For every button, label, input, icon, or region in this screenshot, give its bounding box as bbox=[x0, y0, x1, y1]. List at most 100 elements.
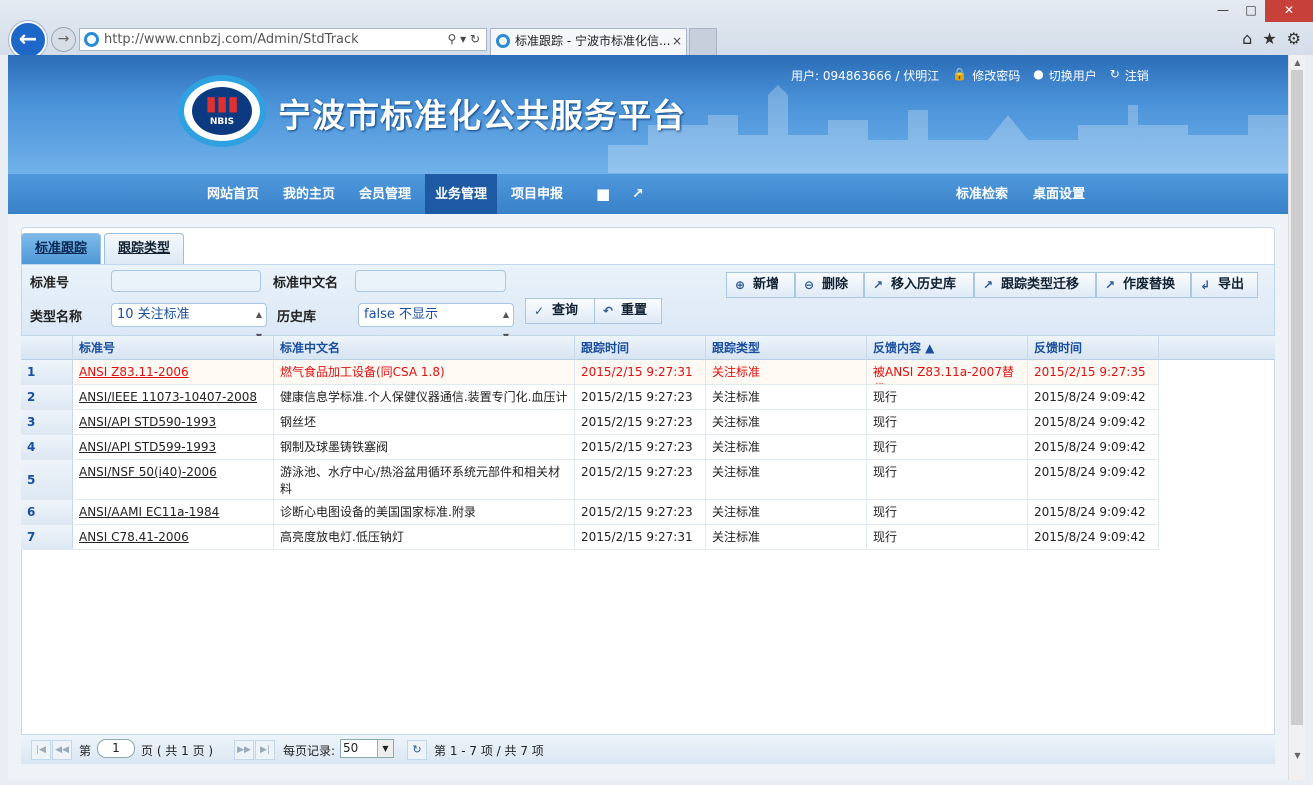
header-std-no[interactable]: 标准号 bbox=[73, 336, 274, 360]
star-icon[interactable]: ★ bbox=[1262, 29, 1276, 48]
move-history-label: 移入历史库 bbox=[891, 277, 957, 292]
feedback-cell: 现行 bbox=[867, 410, 1028, 434]
cn-name-label: 标准中文名 bbox=[273, 276, 339, 291]
tab-std-track[interactable]: 标准跟踪 bbox=[21, 233, 102, 265]
first-page-button[interactable]: |◀ bbox=[31, 740, 51, 760]
arrow-left-icon: ← bbox=[18, 27, 38, 52]
next-page-button[interactable]: ▶▶ bbox=[234, 740, 254, 760]
vertical-scrollbar[interactable]: ▲ ▼ bbox=[1288, 55, 1305, 780]
migrate-type-label: 跟踪类型迁移 bbox=[1001, 277, 1080, 292]
header-feedback-time[interactable]: 反馈时间 bbox=[1028, 336, 1159, 360]
browser-tab[interactable]: 标准跟踪 - 宁波市标准化信... × bbox=[490, 28, 687, 55]
per-page-select[interactable]: 50 ▼ bbox=[340, 739, 394, 758]
move-history-button[interactable]: ↗ 移入历史库 bbox=[864, 272, 974, 298]
header-track-time[interactable]: 跟踪时间 bbox=[575, 336, 706, 360]
feedback-cell: 现行 bbox=[867, 435, 1028, 459]
reset-button[interactable]: ↶ 重置 bbox=[594, 298, 662, 324]
feedback-time-cell: 2015/2/15 9:27:35 bbox=[1028, 360, 1159, 384]
nav-business[interactable]: 业务管理 bbox=[425, 174, 498, 215]
std-no-link[interactable]: ANSI/AAMI EC11a-1984 bbox=[73, 500, 274, 524]
maximize-button[interactable]: □ bbox=[1237, 0, 1265, 22]
export-button[interactable]: ↲ 导出 bbox=[1191, 272, 1258, 298]
nav-std-search[interactable]: 标准检索 bbox=[946, 174, 1018, 215]
refresh-icon[interactable]: ↻ bbox=[470, 32, 480, 46]
table-row[interactable]: 7 ANSI C78.41-2006 高亮度放电灯.低压钠灯 2015/2/15 9:… bbox=[21, 525, 1159, 550]
ie-icon bbox=[496, 34, 510, 48]
track-time-cell: 2015/2/15 9:27:23 bbox=[575, 435, 706, 459]
back-button[interactable]: ← bbox=[9, 21, 47, 59]
row-number: 2 bbox=[21, 385, 73, 409]
forward-button[interactable]: → bbox=[51, 27, 76, 52]
minimize-button[interactable]: — bbox=[1209, 0, 1237, 22]
site-logo[interactable]: ▮▮▮ NBIS bbox=[178, 75, 266, 147]
table-row[interactable]: 5 ANSI/NSF 50(i40)-2006 游泳池、水疗中心/热浴盆用循环系统元… bbox=[21, 460, 1159, 500]
close-tab-icon[interactable]: × bbox=[672, 29, 682, 54]
std-no-link[interactable]: ANSI/API STD599-1993 bbox=[73, 435, 274, 459]
feedback-time-cell: 2015/8/24 9:09:42 bbox=[1028, 525, 1159, 549]
type-name-label: 类型名称 bbox=[30, 310, 83, 325]
feedback-cell: 现行 bbox=[867, 385, 1028, 409]
page-label: 第 bbox=[79, 744, 92, 758]
tab-track-type[interactable]: 跟踪类型 bbox=[104, 233, 185, 265]
nav-desktop-settings[interactable]: 桌面设置 bbox=[1023, 174, 1095, 215]
table-row[interactable]: 6 ANSI/AAMI EC11a-1984 诊断心电图设备的美国国家标准.附录 20… bbox=[21, 500, 1159, 525]
std-no-link[interactable]: ANSI/NSF 50(i40)-2006 bbox=[73, 460, 274, 499]
nav-project[interactable]: 项目申报 bbox=[501, 174, 573, 215]
query-button[interactable]: ✓ 查询 bbox=[525, 298, 595, 324]
add-button[interactable]: ⊕ 新增 bbox=[726, 272, 795, 298]
scroll-down-icon[interactable]: ▼ bbox=[1289, 748, 1306, 763]
shirt-icon[interactable]: ■ bbox=[586, 174, 620, 215]
table-row[interactable]: 4 ANSI/API STD599-1993 钢制及球墨铸铁塞阀 2015/2/15 … bbox=[21, 435, 1159, 460]
std-no-link[interactable]: ANSI/IEEE 11073-10407-2008 bbox=[73, 385, 274, 409]
logout-link[interactable]: 注销 bbox=[1125, 67, 1149, 84]
feedback-time-cell: 2015/8/24 9:09:42 bbox=[1028, 500, 1159, 524]
feedback-cell: 现行 bbox=[867, 460, 1028, 499]
cn-name-cell: 健康信息学标准.个人保健仪器通信.装置专门化.血压计 bbox=[274, 385, 575, 409]
nav-member[interactable]: 会员管理 bbox=[349, 174, 421, 215]
external-link-icon: ↗ bbox=[983, 278, 994, 292]
cn-name-input[interactable] bbox=[355, 270, 506, 292]
home-icon[interactable]: ⌂ bbox=[1242, 29, 1252, 48]
type-name-select[interactable]: 10 关注标准 ▲▼ bbox=[111, 303, 267, 341]
scroll-thumb[interactable] bbox=[1291, 70, 1303, 725]
std-no-link[interactable]: ANSI/API STD590-1993 bbox=[73, 410, 274, 434]
delete-button[interactable]: ⊖ 删除 bbox=[795, 272, 864, 298]
void-replace-label: 作废替换 bbox=[1123, 277, 1176, 292]
nav-home[interactable]: 网站首页 bbox=[197, 174, 269, 215]
std-no-link[interactable]: ANSI C78.41-2006 bbox=[73, 525, 274, 549]
migrate-type-button[interactable]: ↗ 跟踪类型迁移 bbox=[974, 272, 1096, 298]
close-window-button[interactable]: ✕ bbox=[1265, 0, 1313, 22]
last-page-button[interactable]: ▶| bbox=[255, 740, 275, 760]
gear-icon[interactable]: ⚙ bbox=[1287, 29, 1301, 48]
external-link-icon[interactable]: ↗ bbox=[622, 174, 654, 215]
plus-circle-icon: ⊕ bbox=[735, 278, 746, 292]
table-row[interactable]: 1 ANSI Z83.11-2006 燃气食品加工设备(同CSA 1.8) 2015/… bbox=[21, 360, 1159, 385]
header-track-type[interactable]: 跟踪类型 bbox=[706, 336, 867, 360]
cn-name-cell: 钢丝坯 bbox=[274, 410, 575, 434]
scroll-up-icon[interactable]: ▲ bbox=[1289, 55, 1306, 70]
search-icon[interactable]: ⚲ bbox=[447, 32, 456, 46]
switch-user-link[interactable]: 切换用户 bbox=[1049, 67, 1097, 84]
change-password-link[interactable]: 修改密码 bbox=[972, 67, 1020, 84]
refresh-button[interactable]: ↻ bbox=[407, 740, 427, 760]
table-row[interactable]: 2 ANSI/IEEE 11073-10407-2008 健康信息学标准.个人保健仪… bbox=[21, 385, 1159, 410]
history-select[interactable]: false 不显示 ▲▼ bbox=[358, 303, 514, 341]
cn-name-cell: 游泳池、水疗中心/热浴盆用循环系统元部件和相关材料 bbox=[274, 460, 575, 499]
header-feedback[interactable]: 反馈内容 ▲ bbox=[867, 336, 1028, 360]
header-cn-name[interactable]: 标准中文名 bbox=[274, 336, 575, 360]
prev-page-button[interactable]: ◀◀ bbox=[52, 740, 72, 760]
std-no-label: 标准号 bbox=[30, 276, 70, 291]
dropdown-icon[interactable]: ▾ bbox=[460, 32, 466, 46]
type-name-value: 10 关注标准 bbox=[117, 307, 190, 322]
per-page-label: 每页记录: bbox=[283, 744, 336, 758]
page-input[interactable]: 1 bbox=[97, 739, 135, 758]
nav-my-home[interactable]: 我的主页 bbox=[273, 174, 345, 215]
new-tab-button[interactable] bbox=[689, 28, 717, 55]
address-bar[interactable]: http://www.cnnbzj.com/Admin/StdTrack ⚲ ▾… bbox=[79, 28, 487, 51]
row-number: 5 bbox=[21, 460, 73, 499]
track-type-cell: 关注标准 bbox=[706, 410, 867, 434]
void-replace-button[interactable]: ↗ 作废替换 bbox=[1096, 272, 1191, 298]
table-row[interactable]: 3 ANSI/API STD590-1993 钢丝坯 2015/2/15 9:27:2… bbox=[21, 410, 1159, 435]
std-no-input[interactable] bbox=[111, 270, 261, 292]
std-no-link[interactable]: ANSI Z83.11-2006 bbox=[73, 360, 274, 384]
